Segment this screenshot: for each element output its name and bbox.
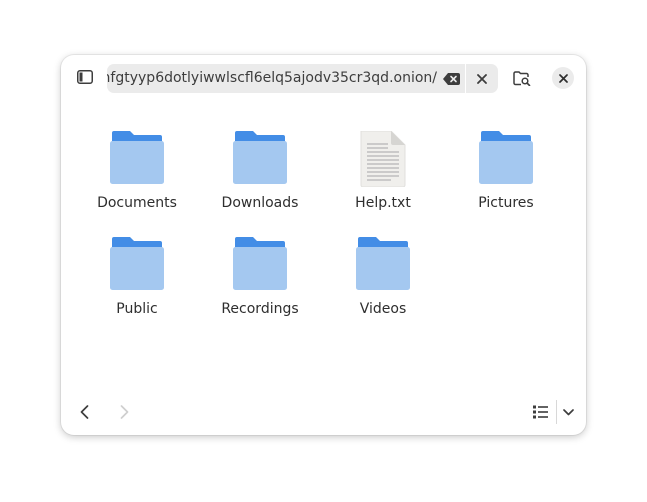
file-name: Downloads — [221, 195, 299, 211]
backspace-clear-icon — [442, 72, 460, 85]
file-name: Pictures — [478, 195, 534, 211]
file-name: Help.txt — [355, 195, 411, 211]
location-path: gnfgtyyp6dotlyiwwlscfl6elq5ajodv35cr3qd.… — [107, 70, 437, 86]
sidebar-toggle-icon — [77, 70, 93, 84]
back-button[interactable] — [73, 398, 95, 426]
close-location-button[interactable] — [467, 64, 497, 93]
location-entry[interactable]: gnfgtyyp6dotlyiwwlscfl6elq5ajodv35cr3qd.… — [107, 64, 498, 93]
folder-icon — [110, 237, 164, 290]
file-item-help-txt[interactable]: Help.txt — [328, 131, 438, 227]
folder-search-icon — [513, 70, 531, 86]
file-item-downloads[interactable]: Downloads — [205, 131, 315, 227]
chevron-left-icon — [80, 405, 88, 419]
file-item-pictures[interactable]: Pictures — [451, 131, 561, 227]
file-item-public[interactable]: Public — [82, 237, 192, 333]
clear-location-button[interactable] — [437, 64, 465, 93]
folder-icon — [479, 131, 533, 184]
file-chooser-window: gnfgtyyp6dotlyiwwlscfl6elq5ajodv35cr3qd.… — [61, 55, 586, 435]
close-icon — [477, 73, 487, 84]
sidebar-toggle-button[interactable] — [71, 63, 99, 91]
view-button-separator — [556, 400, 557, 424]
folder-icon — [356, 237, 410, 290]
file-name: Videos — [359, 301, 407, 317]
list-view-icon — [532, 405, 548, 419]
file-name: Recordings — [221, 301, 299, 317]
file-item-videos[interactable]: Videos — [328, 237, 438, 333]
view-menu-button[interactable] — [559, 398, 577, 426]
chevron-down-icon — [562, 408, 574, 415]
file-item-documents[interactable]: Documents — [82, 131, 192, 227]
forward-button — [113, 398, 135, 426]
folder-icon — [233, 237, 287, 290]
folder-icon — [233, 131, 287, 184]
text-file-icon — [360, 131, 406, 187]
search-folder-button[interactable] — [508, 63, 536, 93]
list-view-button[interactable] — [527, 398, 553, 426]
location-separator — [465, 64, 466, 93]
file-name: Public — [116, 301, 158, 317]
file-item-recordings[interactable]: Recordings — [205, 237, 315, 333]
close-icon — [558, 73, 568, 83]
file-name: Documents — [97, 195, 177, 211]
chevron-right-icon — [120, 405, 128, 419]
window-close-button[interactable] — [552, 67, 574, 89]
location-text[interactable]: gnfgtyyp6dotlyiwwlscfl6elq5ajodv35cr3qd.… — [107, 64, 437, 93]
folder-icon — [110, 131, 164, 184]
header-bar: gnfgtyyp6dotlyiwwlscfl6elq5ajodv35cr3qd.… — [61, 55, 586, 101]
